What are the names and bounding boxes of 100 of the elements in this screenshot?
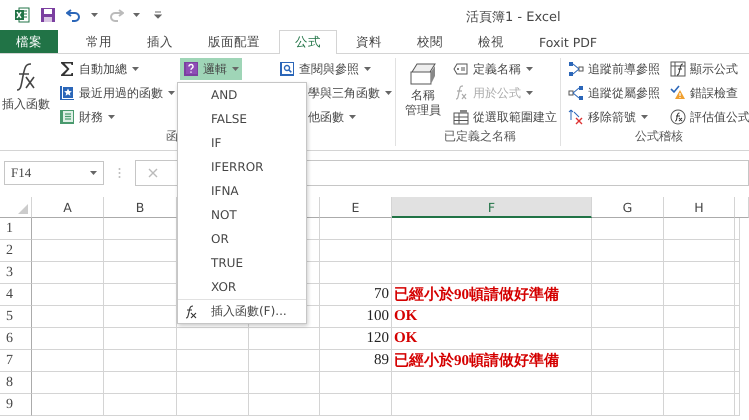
table-cell[interactable] [592, 372, 664, 394]
table-cell[interactable] [32, 240, 104, 262]
table-cell[interactable] [735, 218, 740, 240]
ribbon-button[interactable]: 錯誤檢查 [667, 82, 741, 104]
table-cell[interactable] [177, 328, 249, 350]
ribbon-button[interactable]: 財務 [56, 106, 118, 128]
ribbon-tab[interactable]: 校閱 [401, 30, 459, 53]
ribbon-tab[interactable]: 公式 [279, 30, 337, 54]
column-header[interactable]: A [32, 197, 104, 218]
table-cell[interactable]: OK [392, 328, 592, 350]
ribbon-tab[interactable]: Foxit PDF [523, 30, 614, 53]
table-cell[interactable] [249, 372, 320, 394]
table-cell[interactable] [32, 262, 104, 284]
table-cell[interactable] [249, 394, 320, 416]
row-header[interactable]: 9 [0, 394, 32, 416]
ribbon-button[interactable]: 定義名稱 [450, 58, 536, 80]
table-cell[interactable] [32, 284, 104, 306]
table-cell[interactable] [664, 240, 735, 262]
column-header[interactable]: H [664, 197, 735, 218]
table-cell[interactable] [392, 372, 592, 394]
table-cell[interactable] [32, 306, 104, 328]
table-cell[interactable] [735, 240, 740, 262]
table-cell[interactable] [320, 372, 392, 394]
table-cell[interactable] [177, 372, 249, 394]
ribbon-button[interactable]: 邏輯 [180, 58, 242, 80]
table-cell[interactable] [104, 372, 177, 394]
table-cell[interactable] [392, 262, 592, 284]
ribbon-tab[interactable]: 常用 [70, 30, 128, 53]
table-cell[interactable] [320, 240, 392, 262]
file-tab[interactable]: 檔案 [0, 30, 58, 53]
table-cell[interactable] [735, 262, 740, 284]
table-cell[interactable] [664, 284, 735, 306]
column-header[interactable]: F [392, 197, 592, 218]
ribbon-button[interactable]: 從選取範圍建立 [450, 106, 560, 128]
table-cell[interactable] [177, 394, 249, 416]
select-all-corner[interactable] [0, 197, 32, 218]
excel-logo-icon[interactable] [14, 7, 30, 23]
table-cell[interactable] [664, 350, 735, 372]
ribbon-button[interactable]: 追蹤前導參照 [565, 58, 663, 80]
ribbon-tab[interactable]: 檢視 [462, 30, 520, 53]
table-cell[interactable] [392, 218, 592, 240]
menu-item[interactable]: IF [178, 131, 306, 155]
table-cell[interactable] [592, 284, 664, 306]
ribbon-tab[interactable]: 資料 [340, 30, 398, 53]
table-cell[interactable] [32, 328, 104, 350]
table-cell[interactable] [392, 394, 592, 416]
table-cell[interactable]: OK [392, 306, 592, 328]
table-cell[interactable] [664, 328, 735, 350]
table-cell[interactable] [592, 218, 664, 240]
menu-item[interactable]: NOT [178, 203, 306, 227]
table-cell[interactable]: 100 [320, 306, 392, 328]
table-cell[interactable] [735, 394, 740, 416]
column-header[interactable]: G [592, 197, 664, 218]
table-cell[interactable] [392, 240, 592, 262]
table-cell[interactable] [104, 350, 177, 372]
table-cell[interactable]: 已經小於90頓請做好準備 [392, 350, 592, 372]
ribbon-button[interactable]: 追蹤從屬參照 [565, 82, 663, 104]
menu-item[interactable]: TRUE [178, 251, 306, 275]
row-header[interactable]: 8 [0, 372, 32, 394]
table-cell[interactable]: 已經小於90頓請做好準備 [392, 284, 592, 306]
table-cell[interactable] [32, 372, 104, 394]
ribbon-button[interactable]: 自動加總 [56, 58, 142, 80]
table-cell[interactable] [664, 372, 735, 394]
ribbon-tab[interactable]: 版面配置 [192, 30, 276, 53]
table-cell[interactable] [735, 306, 740, 328]
table-cell[interactable] [104, 328, 177, 350]
undo-icon[interactable] [66, 7, 82, 23]
table-cell[interactable] [104, 394, 177, 416]
table-cell[interactable] [592, 328, 664, 350]
ribbon-tab[interactable]: 插入 [131, 30, 189, 53]
table-cell[interactable] [249, 328, 320, 350]
table-cell[interactable] [592, 306, 664, 328]
row-header[interactable]: 4 [0, 284, 32, 306]
ribbon-button[interactable]: 顯示公式 [667, 58, 741, 80]
name-box[interactable]: F14 [4, 161, 104, 185]
table-cell[interactable] [320, 218, 392, 240]
table-cell[interactable] [664, 262, 735, 284]
table-cell[interactable] [664, 394, 735, 416]
table-cell[interactable] [592, 394, 664, 416]
row-header[interactable]: 5 [0, 306, 32, 328]
table-cell[interactable] [664, 218, 735, 240]
table-cell[interactable] [664, 306, 735, 328]
table-cell[interactable] [32, 394, 104, 416]
row-header[interactable]: 6 [0, 328, 32, 350]
menu-item[interactable]: OR [178, 227, 306, 251]
ribbon-button[interactable]: 查閱與參照 [276, 58, 374, 80]
table-cell[interactable] [320, 394, 392, 416]
redo-icon[interactable] [108, 7, 124, 23]
cancel-icon[interactable] [148, 168, 158, 178]
row-header[interactable]: 1 [0, 218, 32, 240]
save-icon[interactable] [40, 7, 56, 23]
row-header[interactable]: 7 [0, 350, 32, 372]
customize-toolbar-icon[interactable] [154, 11, 162, 19]
table-cell[interactable]: 70 [320, 284, 392, 306]
table-cell[interactable] [592, 240, 664, 262]
ribbon-button[interactable]: 最近用過的函數 [56, 82, 178, 104]
table-cell[interactable] [735, 372, 740, 394]
row-header[interactable]: 2 [0, 240, 32, 262]
table-cell[interactable]: 89 [320, 350, 392, 372]
menu-item[interactable]: IFERROR [178, 155, 306, 179]
